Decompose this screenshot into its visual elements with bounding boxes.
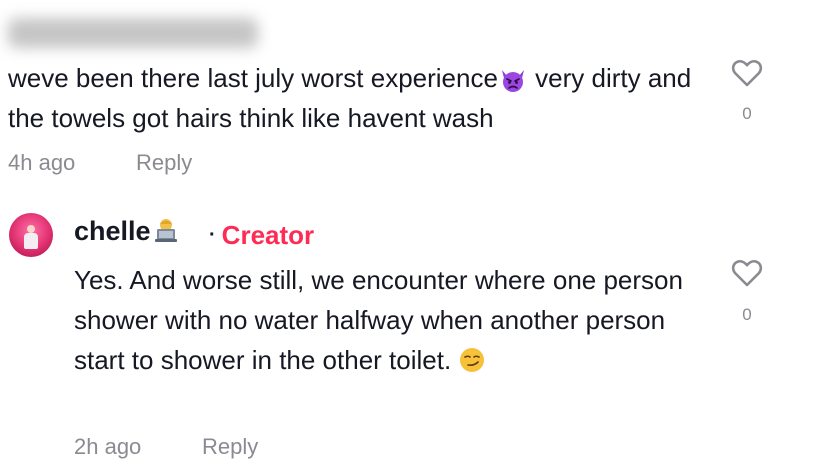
blurred-username [8, 18, 258, 48]
person-at-laptop-emoji-icon [154, 218, 177, 242]
avatar-figure-body [24, 233, 38, 249]
separator-dot: · [209, 224, 216, 246]
reply-button[interactable]: Reply [202, 434, 258, 460]
angry-devil-emoji-icon [501, 70, 524, 93]
like-count: 0 [742, 104, 752, 123]
comment-text-part1: weve been there last july worst experien… [8, 63, 498, 93]
username[interactable]: chelle [74, 216, 180, 247]
comment-text: weve been there last july worst experien… [8, 58, 708, 138]
username-text: chelle [74, 216, 151, 246]
comment-timestamp: 4h ago [8, 150, 76, 175]
reply-button[interactable]: Reply [136, 150, 192, 176]
avatar[interactable] [9, 213, 53, 257]
creator-badge-row: · Creator [209, 220, 314, 251]
smirking-face-emoji-icon [460, 348, 485, 373]
comment-timestamp: 2h ago [74, 434, 142, 459]
avatar-figure-head [27, 225, 35, 233]
like-count: 0 [742, 305, 752, 324]
creator-badge: Creator [221, 220, 315, 250]
heart-icon[interactable] [731, 258, 763, 288]
heart-icon[interactable] [731, 58, 763, 88]
comment-text-body: Yes. And worse still, we encounter where… [74, 265, 683, 375]
comment-text: Yes. And worse still, we encounter where… [74, 260, 694, 380]
